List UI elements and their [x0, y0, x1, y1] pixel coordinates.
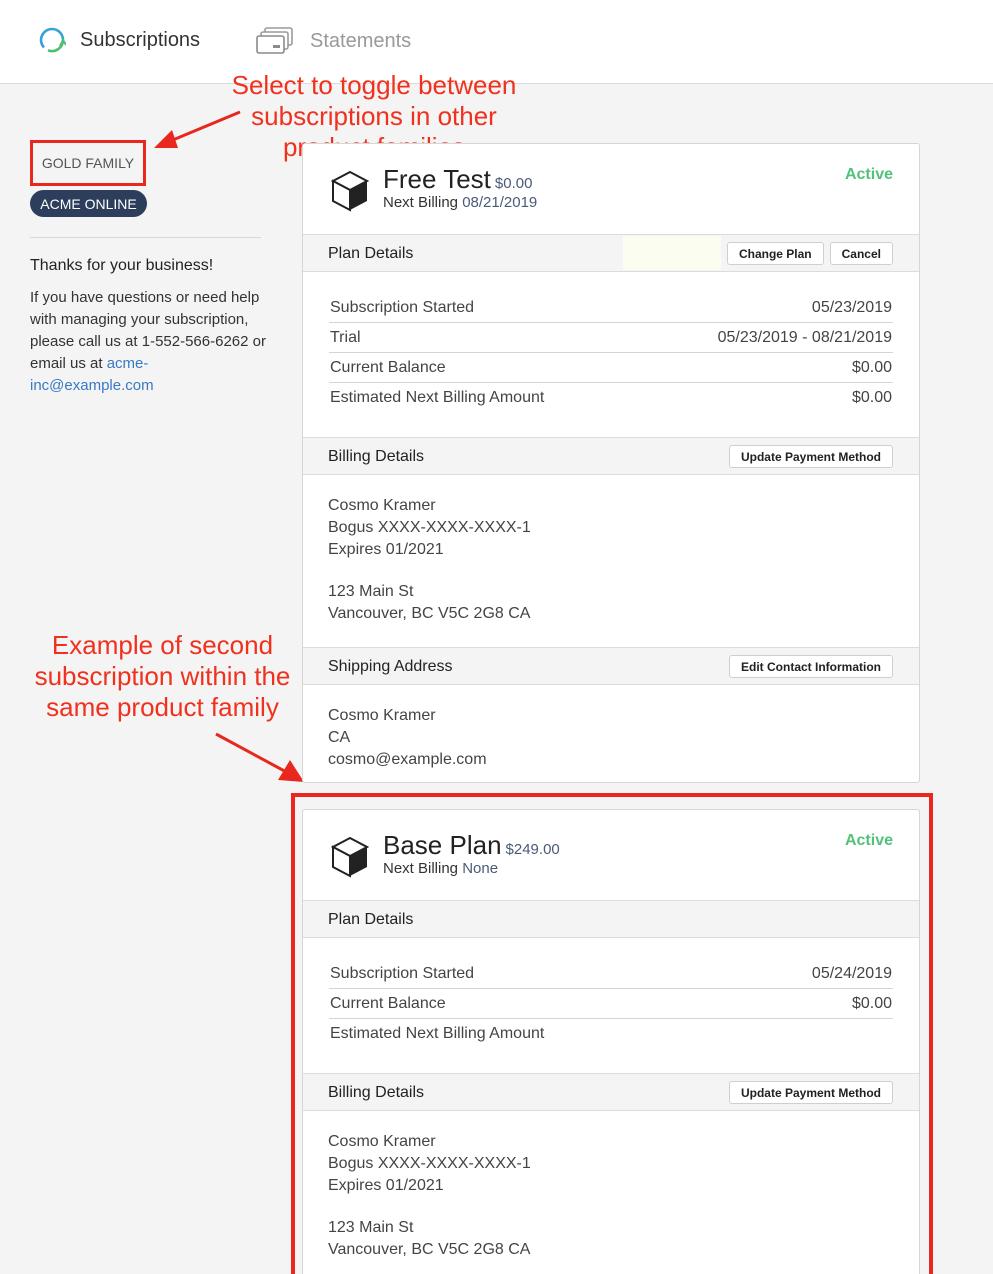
plan-price: $0.00 [494, 175, 533, 192]
shipping-name: Cosmo Kramer [328, 707, 436, 724]
shipping-address: Cosmo Kramer CA cosmo@example.com [303, 685, 919, 793]
section-title: Plan Details [328, 911, 414, 928]
billing-city: Vancouver, BC V5C 2G8 CA [328, 605, 531, 622]
tab-subscriptions-label: Subscriptions [80, 28, 201, 51]
help-text: If you have questions or need help with … [30, 287, 270, 397]
subscription-header: Base Plan $249.00 Next Billing None Activ… [303, 810, 919, 900]
table-row: Subscription Started 05/24/2019 [329, 959, 893, 989]
tab-subscriptions[interactable]: Subscriptions [38, 26, 200, 54]
update-payment-method-button[interactable]: Update Payment Method [728, 445, 893, 468]
status-badge: Active [844, 832, 893, 849]
annotation-arrow-down-icon [215, 732, 304, 782]
tab-statements-label: Statements [310, 29, 412, 52]
billing-street: 123 Main St [328, 583, 414, 600]
row-value: 05/24/2019 [811, 964, 892, 982]
thanks-text: Thanks for your business! [30, 257, 214, 274]
plan-name: Base Plan [383, 830, 502, 860]
row-label: Current Balance [330, 358, 446, 376]
next-billing-label: Next Billing [383, 860, 459, 877]
billing-street: 123 Main St [328, 1219, 414, 1236]
billing-expires: Expires 01/2021 [328, 541, 444, 558]
annotation-arrow-left-icon [154, 110, 241, 148]
change-plan-button[interactable]: Change Plan [726, 242, 824, 265]
plan-details-header: Plan Details Change Plan Cancel [303, 234, 919, 272]
row-value: 05/23/2019 [811, 298, 892, 316]
shipping-email: cosmo@example.com [328, 751, 487, 768]
product-cube-icon [331, 170, 369, 212]
sidebar-divider [30, 237, 261, 238]
billing-city: Vancouver, BC V5C 2G8 CA [328, 1241, 531, 1258]
row-label: Estimated Next Billing Amount [330, 1025, 545, 1042]
row-label: Trial [330, 328, 361, 346]
card-stack-icon [256, 26, 294, 56]
section-title: Plan Details [328, 245, 414, 262]
status-badge: Active [844, 166, 893, 183]
billing-card: Bogus XXXX-XXXX-XXXX-1 [328, 519, 531, 536]
row-value: $0.00 [851, 389, 892, 406]
row-label: Subscription Started [330, 298, 475, 316]
cancel-button[interactable]: Cancel [829, 242, 893, 265]
product-family-selector[interactable]: GOLD FAMILY [30, 140, 146, 186]
row-value: $0.00 [851, 358, 892, 376]
billing-expires: Expires 01/2021 [328, 1177, 444, 1194]
section-title: Shipping Address [328, 658, 453, 675]
table-row: Subscription Started 05/23/2019 [329, 293, 893, 323]
plan-details-header: Plan Details [303, 900, 919, 938]
next-billing: Next Billing None [383, 860, 498, 877]
edit-contact-information-button[interactable]: Edit Contact Information [729, 655, 893, 678]
next-billing-date: 08/21/2019 [462, 194, 538, 211]
table-row: Current Balance $0.00 [329, 989, 893, 1019]
row-value: $0.00 [851, 994, 892, 1012]
row-label: Current Balance [330, 994, 446, 1012]
billing-details-header: Billing Details Update Payment Method [303, 1073, 919, 1111]
row-value: 05/23/2019 - 08/21/2019 [717, 328, 892, 346]
row-label: Subscription Started [330, 964, 475, 982]
shipping-address-header: Shipping Address Edit Contact Informatio… [303, 647, 919, 685]
subscription-card: Base Plan $249.00 Next Billing None Activ… [302, 809, 920, 1274]
next-billing: Next Billing 08/21/2019 [383, 194, 537, 211]
billing-card: Bogus XXXX-XXXX-XXXX-1 [328, 1155, 531, 1172]
table-row: Estimated Next Billing Amount [329, 1019, 893, 1049]
update-payment-method-button[interactable]: Update Payment Method [728, 1081, 893, 1104]
plan-details-table: Subscription Started 05/23/2019 Trial 05/2… [303, 272, 919, 437]
plan-title: Free Test $0.00 [383, 164, 532, 195]
subscription-header: Free Test $0.00 Next Billing 08/21/2019 A… [303, 144, 919, 234]
row-label: Estimated Next Billing Amount [330, 389, 545, 406]
product-pill[interactable]: ACME ONLINE [30, 190, 147, 217]
plan-details-table: Subscription Started 05/24/2019 Current B… [303, 938, 919, 1073]
billing-name: Cosmo Kramer [328, 497, 436, 514]
refresh-icon [38, 26, 67, 54]
plan-name: Free Test [383, 164, 491, 194]
subscription-card: Free Test $0.00 Next Billing 08/21/2019 A… [302, 143, 920, 783]
plan-title: Base Plan $249.00 [383, 830, 560, 861]
highlight-strip [623, 236, 721, 270]
billing-details: Cosmo Kramer Bogus XXXX-XXXX-XXXX-1 Expi… [303, 1111, 919, 1274]
tab-statements[interactable]: Statements [256, 26, 411, 56]
table-row: Estimated Next Billing Amount $0.00 [329, 383, 893, 413]
section-title: Billing Details [328, 1084, 425, 1101]
next-billing-date: None [462, 860, 499, 877]
billing-details: Cosmo Kramer Bogus XXXX-XXXX-XXXX-1 Expi… [303, 475, 919, 647]
table-row: Current Balance $0.00 [329, 353, 893, 383]
product-cube-icon [331, 836, 369, 878]
next-billing-label: Next Billing [383, 194, 459, 211]
annotation-second-sub-note: Example of second subscription within th… [34, 630, 291, 722]
plan-price: $249.00 [505, 841, 560, 858]
shipping-country: CA [328, 729, 351, 746]
billing-details-header: Billing Details Update Payment Method [303, 437, 919, 475]
billing-name: Cosmo Kramer [328, 1133, 436, 1150]
table-row: Trial 05/23/2019 - 08/21/2019 [329, 323, 893, 353]
section-title: Billing Details [328, 448, 425, 465]
